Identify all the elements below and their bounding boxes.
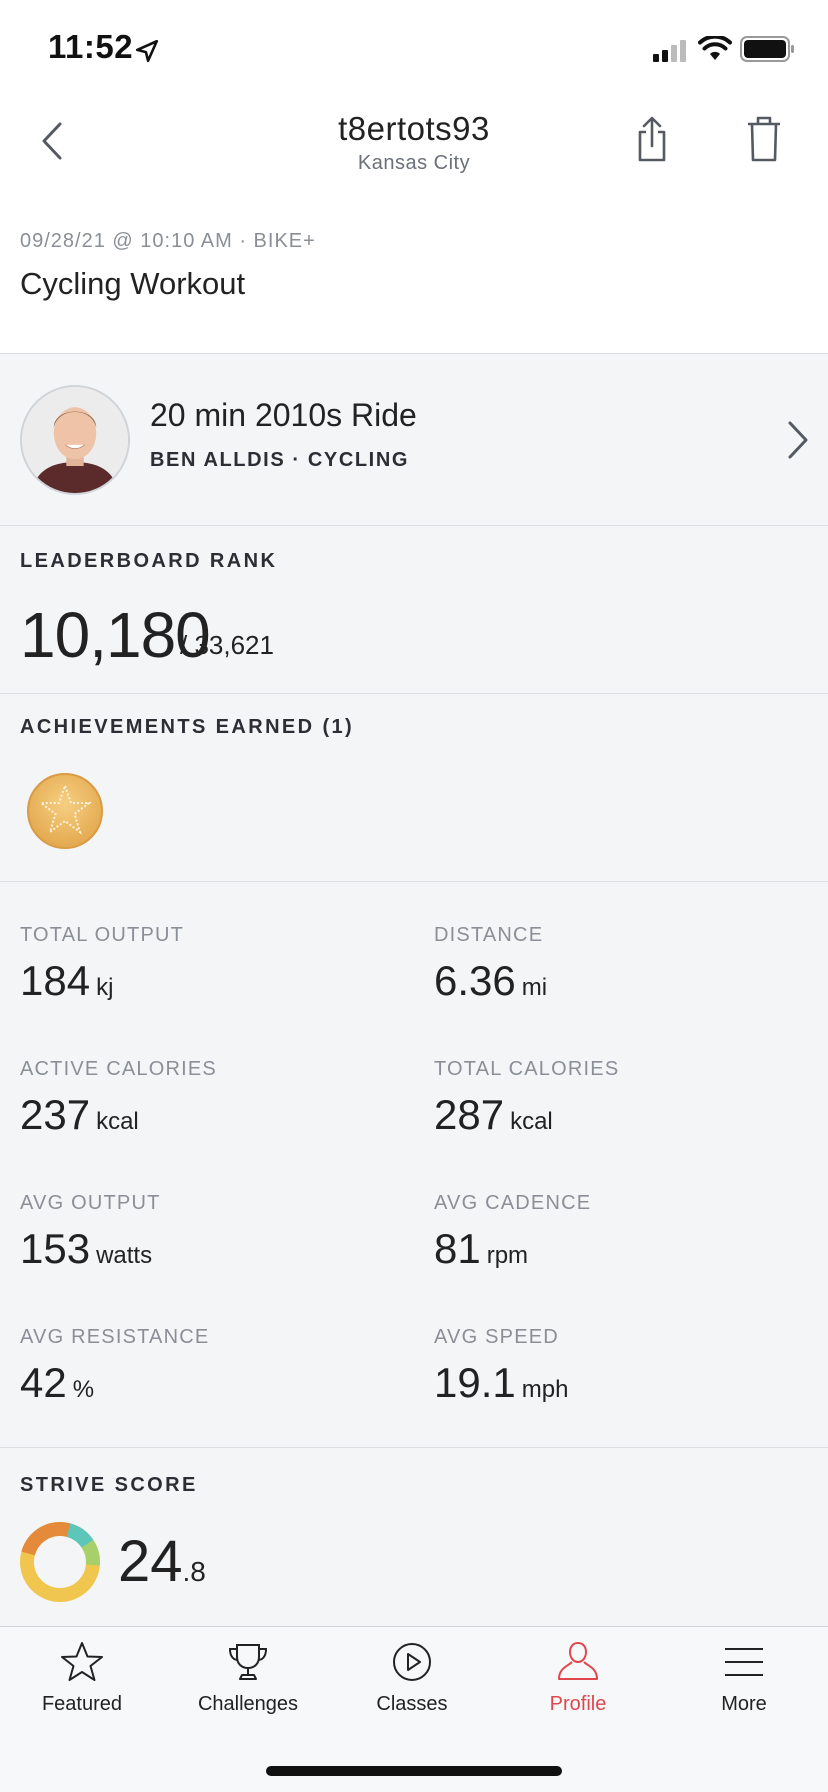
instructor-photo (22, 387, 128, 493)
stat-label: TOTAL OUTPUT (20, 924, 185, 946)
tab-label: Classes (376, 1693, 448, 1715)
strive-decimal: .8 (182, 1556, 206, 1587)
class-title: 20 min 2010s Ride (150, 397, 417, 433)
play-circle-icon (393, 1643, 431, 1681)
stat-label: AVG SPEED (434, 1326, 559, 1348)
person-icon (558, 1641, 598, 1680)
strive-score-section: STRIVE SCORE 24.8 (0, 1448, 828, 1626)
tab-profile[interactable]: Profile (496, 1639, 660, 1739)
tab-more[interactable]: More (662, 1639, 826, 1739)
stat-value: 42 (20, 1359, 67, 1406)
stat-value: 237 (20, 1091, 91, 1138)
achievements-heading: ACHIEVEMENTS EARNED (1) (20, 716, 355, 738)
class-instructor-type: BEN ALLDIS · CYCLING (150, 449, 410, 471)
strive-int: 24 (118, 1529, 183, 1594)
stat-unit: mi (521, 974, 548, 1001)
status-bar: 11:52 (0, 0, 828, 100)
location-arrow-icon (135, 39, 159, 63)
leaderboard-section: LEADERBOARD RANK 10,180 / 33,621 (0, 526, 828, 694)
wifi-icon (698, 36, 732, 60)
leaderboard-heading: LEADERBOARD RANK (20, 550, 278, 572)
battery-icon (740, 36, 794, 62)
strive-score-value: 24.8 (118, 1528, 206, 1595)
share-icon[interactable] (632, 114, 672, 164)
workout-header: t8ertots93 Kansas City 09/28/21 @ 10:10 … (0, 100, 828, 354)
stat-unit: rpm (486, 1242, 529, 1269)
stats-grid: TOTAL OUTPUT 184 kj DISTANCE 6.36 mi ACTIV… (0, 882, 828, 1448)
stat-unit: watts (96, 1242, 153, 1269)
workout-title: Cycling Workout (20, 266, 246, 301)
stat-avg-speed: AVG SPEED 19.1 mph (434, 1326, 568, 1407)
workout-meta: 09/28/21 @ 10:10 AM · BIKE+ (20, 230, 316, 252)
home-indicator (266, 1766, 562, 1776)
tab-label: Challenges (197, 1693, 299, 1715)
stat-label: TOTAL CALORIES (434, 1058, 620, 1080)
stat-unit: kcal (96, 1108, 139, 1135)
instructor-avatar (20, 385, 130, 495)
stat-value: 184 (20, 957, 91, 1004)
stat-value: 19.1 (434, 1359, 516, 1406)
strive-heading: STRIVE SCORE (20, 1474, 198, 1496)
tab-label: More (721, 1693, 767, 1715)
stat-unit: mph (521, 1376, 569, 1403)
stat-avg-cadence: AVG CADENCE 81 rpm (434, 1192, 591, 1273)
stat-avg-resistance: AVG RESISTANCE 42% (20, 1326, 209, 1407)
stat-active-calories: ACTIVE CALORIES 237 kcal (20, 1058, 217, 1139)
tab-challenges[interactable]: Challenges (166, 1639, 330, 1739)
stat-avg-output: AVG OUTPUT 153 watts (20, 1192, 161, 1273)
class-row[interactable]: 20 min 2010s Ride BEN ALLDIS · CYCLING (0, 355, 828, 526)
strive-zone-donut (19, 1522, 100, 1602)
achievement-medal-icon[interactable] (26, 772, 104, 850)
stat-total-output: TOTAL OUTPUT 184 kj (20, 924, 184, 1005)
user-location: Kansas City (357, 152, 471, 174)
trash-icon[interactable] (744, 114, 784, 164)
stat-label: AVG CADENCE (434, 1192, 592, 1214)
stat-distance: DISTANCE 6.36 mi (434, 924, 547, 1005)
stat-total-calories: TOTAL CALORIES 287 kcal (434, 1058, 619, 1139)
cellular-signal-icon (653, 40, 686, 62)
achievements-section: ACHIEVEMENTS EARNED (1) (0, 694, 828, 882)
tab-label: Profile (549, 1693, 607, 1715)
stat-unit: % (72, 1376, 95, 1403)
stat-unit: kcal (510, 1108, 553, 1135)
tab-classes[interactable]: Classes (330, 1639, 494, 1739)
stat-label: AVG RESISTANCE (20, 1326, 210, 1348)
status-time: 11:52 (48, 28, 134, 65)
star-icon (61, 1642, 103, 1681)
leaderboard-total: / 33,621 (180, 630, 274, 660)
stat-value: 6.36 (434, 957, 516, 1004)
trophy-icon (228, 1644, 268, 1680)
chevron-right-icon (788, 421, 808, 459)
stat-unit: kj (96, 974, 114, 1001)
menu-icon (725, 1648, 763, 1676)
stat-label: AVG OUTPUT (20, 1192, 161, 1214)
stat-label: ACTIVE CALORIES (20, 1058, 217, 1080)
username-title: t8ertots93 (338, 110, 490, 147)
stat-value: 81 (434, 1225, 481, 1272)
stat-value: 287 (434, 1091, 505, 1138)
tab-label: Featured (41, 1693, 123, 1715)
stat-value: 153 (20, 1225, 91, 1272)
tab-featured[interactable]: Featured (0, 1639, 164, 1739)
stat-label: DISTANCE (434, 924, 544, 946)
